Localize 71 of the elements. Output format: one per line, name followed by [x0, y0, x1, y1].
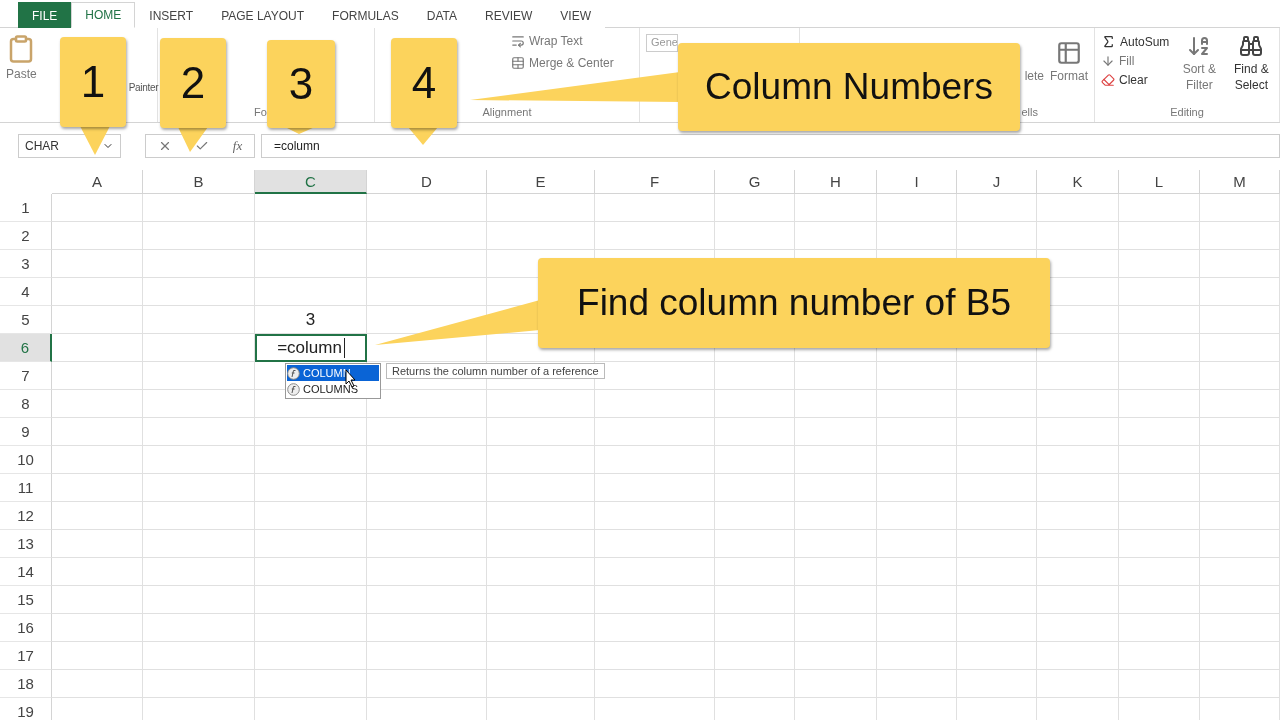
fill-button[interactable]: Fill	[1101, 54, 1170, 68]
table-icon	[1056, 40, 1082, 66]
group-label: Fo	[254, 106, 267, 120]
format-painter-button[interactable]: Painter	[128, 82, 159, 93]
group-label: Alignment	[482, 106, 532, 120]
ribbon-tab[interactable]: HOME	[71, 2, 136, 28]
row-header[interactable]: 12	[0, 502, 52, 530]
row-header[interactable]: 14	[0, 558, 52, 586]
callout: 4	[391, 38, 457, 128]
sheet-col-letter[interactable]: E	[487, 170, 595, 194]
name-box[interactable]: CHAR	[18, 134, 121, 158]
clear-button[interactable]: Clear	[1101, 73, 1170, 87]
sigma-icon	[1101, 34, 1116, 49]
sheet-col-letter[interactable]: K	[1037, 170, 1119, 194]
row-header[interactable]: 1	[0, 194, 52, 222]
sheet-col-letter[interactable]: H	[795, 170, 877, 194]
autosum-button[interactable]: AutoSum	[1101, 34, 1170, 49]
merge-icon	[511, 56, 525, 70]
ribbon-tab[interactable]: FILE	[18, 2, 72, 28]
group-label: Editing	[1170, 106, 1204, 120]
row-header[interactable]: 17	[0, 642, 52, 670]
row-header[interactable]: 2	[0, 222, 52, 250]
row-header[interactable]: 3	[0, 250, 52, 278]
editing-cell: =column	[255, 334, 367, 362]
row-header[interactable]: 13	[0, 530, 52, 558]
merge-center-button[interactable]: Merge & Center	[511, 56, 614, 70]
function-tooltip: Returns the column number of a reference	[386, 363, 605, 379]
callout-pointer	[80, 126, 110, 155]
row-header[interactable]: 16	[0, 614, 52, 642]
row-header[interactable]: 11	[0, 474, 52, 502]
row-header[interactable]: 18	[0, 670, 52, 698]
row-header[interactable]: 8	[0, 390, 52, 418]
row-header[interactable]: 15	[0, 586, 52, 614]
eraser-icon	[1101, 73, 1115, 87]
row-header[interactable]: 9	[0, 418, 52, 446]
function-icon	[287, 382, 300, 396]
formula-field[interactable]: =column	[261, 134, 1280, 158]
sheet-col-letter[interactable]: M	[1200, 170, 1280, 194]
callout: Column Numbers	[678, 43, 1020, 131]
wrap-text-button[interactable]: Wrap Text	[511, 34, 614, 48]
format-button[interactable]: Format	[1050, 40, 1088, 106]
sheet-col-letter[interactable]: J	[957, 170, 1037, 194]
paste-button[interactable]: Paste	[6, 34, 37, 122]
row-header[interactable]: 10	[0, 446, 52, 474]
sheet-col-letter[interactable]: L	[1119, 170, 1200, 194]
sheet-col-letter[interactable]: B	[143, 170, 255, 194]
sheet-col-letter[interactable]: C	[255, 170, 367, 194]
row-header[interactable]: 7	[0, 362, 52, 390]
callout: 3	[267, 40, 335, 128]
down-arrow-icon	[1101, 54, 1115, 68]
sheet-col-letter[interactable]: I	[877, 170, 957, 194]
find-select-button[interactable]: Find & Select	[1229, 34, 1274, 106]
insert-function-button[interactable]: fx	[232, 138, 243, 154]
sheet-col-letter[interactable]: G	[715, 170, 795, 194]
sheet-col-letter[interactable]: A	[52, 170, 143, 194]
group-label: ells	[1021, 106, 1038, 120]
delete-button[interactable]: lete	[1024, 40, 1044, 106]
function-icon	[287, 366, 300, 380]
sheet-col-letter[interactable]: F	[595, 170, 715, 194]
callout-pointer	[178, 127, 208, 152]
wrap-text-icon	[511, 34, 525, 48]
sheet-col-letter[interactable]: D	[367, 170, 487, 194]
sort-filter-button[interactable]: Sort & Filter	[1177, 34, 1222, 106]
row-header[interactable]: 6	[0, 334, 52, 362]
row-header[interactable]: 5	[0, 306, 52, 334]
callout: 2	[160, 38, 226, 128]
binoculars-icon	[1239, 34, 1264, 58]
enter-icon[interactable]	[195, 139, 210, 153]
cell-value: 3	[255, 306, 367, 334]
row-header[interactable]: 4	[0, 278, 52, 306]
callout: 1	[60, 37, 126, 127]
